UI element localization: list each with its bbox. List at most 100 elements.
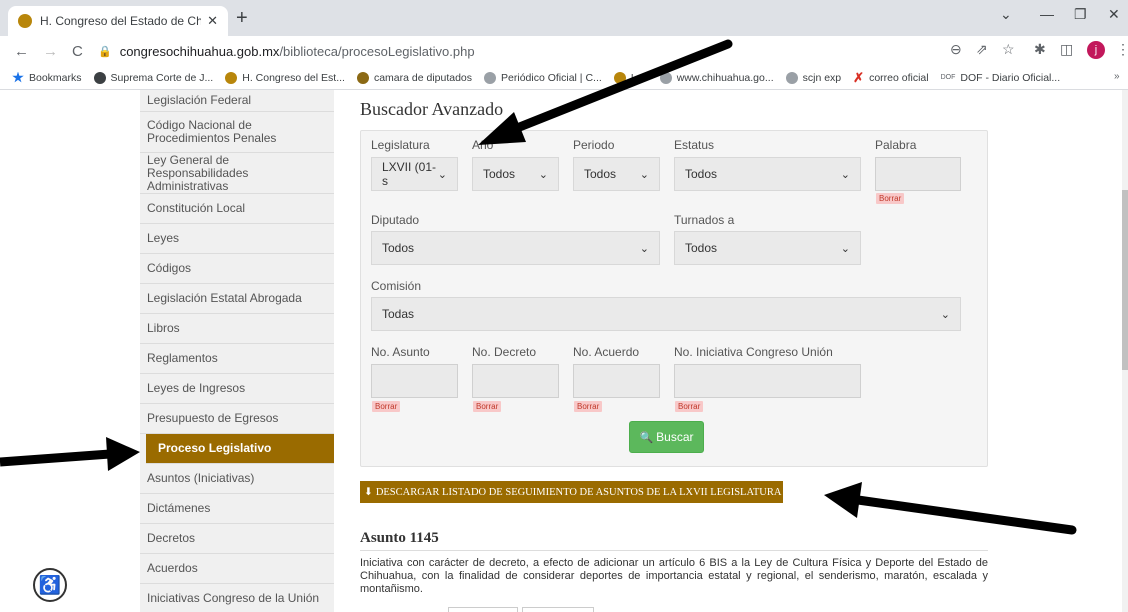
x-icon: ✗ — [853, 69, 865, 85]
sidebar-item-constitucion[interactable]: Constitución Local — [140, 194, 334, 224]
sidebar-item-ley-general[interactable]: Ley General de Responsabilidades Adminis… — [140, 153, 334, 194]
share-icon[interactable]: ⇗ — [976, 41, 988, 58]
sidebar-item-abrogada[interactable]: Legislación Estatal Abrogada — [140, 284, 334, 314]
main-content: Buscador Avanzado Legislatura Año Period… — [360, 90, 988, 612]
url-path: /biblioteca/procesoLegislativo.php — [279, 43, 475, 59]
borrar-decreto-button[interactable]: Borrar — [473, 401, 502, 412]
congreso-icon — [225, 71, 238, 84]
minimize-icon[interactable]: — — [1040, 6, 1054, 22]
bookmark-item[interactable]: scjn exp — [785, 71, 841, 84]
comision-select[interactable]: Todas ⌄ — [371, 297, 961, 331]
lock-icon: 🔒 — [98, 45, 112, 58]
sidebar-item-ingresos[interactable]: Leyes de Ingresos — [140, 374, 334, 404]
no-decreto-input[interactable] — [472, 364, 559, 398]
congreso-favicon-icon — [18, 14, 32, 28]
download-listado-button[interactable]: ⬇ DESCARGAR LISTADO DE SEGUIMIENTO DE ASU… — [360, 481, 783, 503]
periodo-select[interactable]: Todos ⌄ — [573, 157, 660, 191]
search-panel: Legislatura Año Periodo Estatus Palabra … — [360, 130, 988, 467]
sidebar-item-leyes[interactable]: Leyes — [140, 224, 334, 254]
bookmarks-bar: Bookmarks Suprema Corte de J... H. Congr… — [0, 66, 1128, 90]
close-window-icon[interactable]: ✕ — [1108, 6, 1120, 23]
turnados-label: Turnados a — [674, 213, 735, 227]
congreso-icon — [613, 71, 626, 84]
more-bookmarks-icon[interactable]: » — [1114, 71, 1120, 82]
star-icon — [12, 71, 24, 83]
new-tab-icon[interactable]: + — [236, 8, 248, 28]
bookmark-item[interactable]: I — [613, 71, 634, 84]
restore-icon[interactable]: ❐ — [1074, 6, 1087, 23]
bookmark-item[interactable]: www.chihuahua.go... — [659, 71, 774, 84]
sidebar-item-legislacion-federal[interactable]: Legislación Federal — [140, 90, 334, 112]
action-button[interactable] — [448, 607, 518, 612]
no-decreto-label: No. Decreto — [472, 345, 537, 359]
estatus-select[interactable]: Todos ⌄ — [674, 157, 861, 191]
legislatura-select[interactable]: LXVII (01-s ⌄ — [371, 157, 458, 191]
search-icon: 🔍 — [639, 431, 654, 444]
bookmark-item[interactable]: Periódico Oficial | C... — [484, 71, 602, 84]
tab-title: H. Congreso del Estado de Chihu — [40, 14, 202, 28]
shield-icon — [484, 71, 497, 84]
reload-icon[interactable]: C — [72, 43, 83, 60]
diputado-label: Diputado — [371, 213, 420, 227]
menu-icon[interactable]: ⋮ — [1116, 41, 1128, 58]
borrar-acuerdo-button[interactable]: Borrar — [574, 401, 603, 412]
tab-search-icon[interactable]: ⌄ — [1000, 6, 1012, 23]
sidebar-item-acuerdos[interactable]: Acuerdos — [140, 554, 334, 584]
periodo-label: Periodo — [573, 138, 615, 152]
turnados-select[interactable]: Todos ⌄ — [674, 231, 861, 265]
sidebar-item-reglamentos[interactable]: Reglamentos — [140, 344, 334, 374]
borrar-palabra-button[interactable]: Borrar — [876, 193, 905, 204]
back-icon[interactable]: ← — [14, 43, 29, 60]
no-asunto-input[interactable] — [371, 364, 458, 398]
side-panel-icon[interactable]: ◫ — [1060, 41, 1073, 58]
chevron-down-icon: ⌄ — [639, 242, 649, 255]
diputado-select[interactable]: Todos ⌄ — [371, 231, 660, 265]
bookmark-item[interactable]: H. Congreso del Est... — [225, 71, 345, 84]
sidebar-item-asuntos[interactable]: Asuntos (Iniciativas) — [140, 464, 334, 494]
page-content: Legislación Federal Código Nacional de P… — [0, 90, 1128, 612]
url-field[interactable]: 🔒 congresochihuahua.gob.mx/biblioteca/pr… — [98, 39, 998, 63]
scjn-icon — [785, 71, 798, 84]
sidebar-item-egresos[interactable]: Presupuesto de Egresos — [140, 404, 334, 434]
sidebar-item-iniciativas-union[interactable]: Iniciativas Congreso de la Unión — [140, 584, 334, 612]
sidebar-item-dictamenes[interactable]: Dictámenes — [140, 494, 334, 524]
browser-tab-bar: H. Congreso del Estado de Chihu ✕ + ⌄ — … — [0, 0, 1128, 36]
no-acuerdo-input[interactable] — [573, 364, 660, 398]
borrar-iniciativa-button[interactable]: Borrar — [675, 401, 704, 412]
zoom-icon[interactable]: ⊖ — [950, 41, 962, 58]
forward-icon[interactable]: → — [43, 43, 58, 60]
chevron-down-icon: ⌄ — [840, 242, 850, 255]
scroll-thumb[interactable] — [1122, 190, 1128, 370]
anio-select[interactable]: Todos ⌄ — [472, 157, 559, 191]
close-tab-icon[interactable]: ✕ — [207, 13, 218, 29]
profile-avatar[interactable]: j — [1087, 41, 1105, 59]
borrar-asunto-button[interactable]: Borrar — [372, 401, 401, 412]
sidebar-item-codigo-nacional[interactable]: Código Nacional de Procedimientos Penale… — [140, 112, 334, 153]
no-iniciativa-input[interactable] — [674, 364, 861, 398]
chevron-down-icon: ⌄ — [940, 308, 950, 321]
sidebar-item-libros[interactable]: Libros — [140, 314, 334, 344]
buscar-button[interactable]: 🔍 Buscar — [629, 421, 704, 453]
estatus-label: Estatus — [674, 138, 715, 152]
download-icon: ⬇ — [364, 487, 373, 498]
page-scrollbar[interactable] — [1122, 90, 1128, 612]
bookmark-item[interactable]: Suprema Corte de J... — [93, 71, 213, 84]
browser-tab[interactable]: H. Congreso del Estado de Chihu ✕ — [8, 6, 228, 36]
bookmark-item[interactable]: DOF DOF - Diario Oficial... — [941, 72, 1061, 84]
sidebar-item-proceso-legislativo[interactable]: Proceso Legislativo — [146, 434, 334, 464]
dof-icon: DOF — [940, 74, 956, 81]
bookmark-item[interactable]: camara de diputados — [356, 71, 472, 84]
chevron-down-icon: ⌄ — [840, 168, 850, 181]
bookmark-item[interactable]: ✗ correo oficial — [853, 70, 928, 86]
extensions-icon[interactable]: ✱ — [1034, 41, 1046, 58]
bookmark-item[interactable]: Bookmarks — [12, 71, 82, 84]
action-button[interactable] — [522, 607, 594, 612]
palabra-input[interactable] — [875, 157, 961, 191]
legislatura-label: Legislatura — [371, 138, 430, 152]
accessibility-icon[interactable]: ♿ — [33, 568, 67, 602]
bookmark-star-icon[interactable]: ☆ — [1002, 41, 1015, 58]
sidebar-item-decretos[interactable]: Decretos — [140, 524, 334, 554]
chevron-down-icon: ⌄ — [437, 168, 447, 181]
comision-label: Comisión — [371, 279, 422, 293]
sidebar-item-codigos[interactable]: Códigos — [140, 254, 334, 284]
